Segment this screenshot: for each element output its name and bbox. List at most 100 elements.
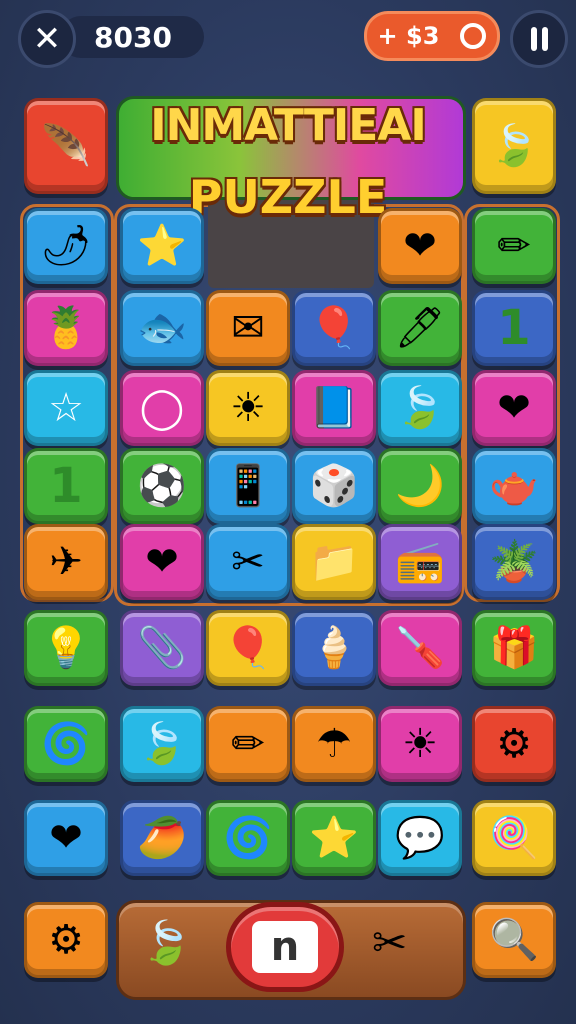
balloon-icon: 🎈 xyxy=(309,305,359,351)
tile[interactable]: 1 xyxy=(24,448,108,524)
tile[interactable]: 🍃 xyxy=(120,706,204,782)
fish-icon: 🐟 xyxy=(137,305,187,351)
coins-button[interactable]: + $3 xyxy=(364,11,500,61)
tile[interactable]: ⭐ xyxy=(292,800,376,876)
pineapple-icon: 🍍 xyxy=(41,305,91,351)
swirl-icon: 🌀 xyxy=(41,721,91,767)
tile[interactable]: 🌀 xyxy=(206,800,290,876)
pause-icon-bar-right xyxy=(541,27,548,51)
leaf-icon: 🍃 xyxy=(137,721,187,767)
pencil-icon: ✏ xyxy=(231,721,265,767)
tile[interactable]: ⚙ xyxy=(472,706,556,782)
magnifier-icon: 🔍 xyxy=(489,917,539,963)
tile[interactable]: ❤ xyxy=(120,524,204,600)
tile[interactable]: ◯ xyxy=(120,370,204,446)
icecream-icon: 🍦 xyxy=(309,625,359,671)
dice-icon: 🎲 xyxy=(309,463,359,509)
tile[interactable]: 🎈 xyxy=(206,610,290,686)
tile[interactable]: ✈ xyxy=(24,524,108,600)
tile[interactable]: 📁 xyxy=(292,524,376,600)
tile[interactable]: 📘 xyxy=(292,370,376,446)
book-icon: 📘 xyxy=(309,385,359,431)
tile[interactable]: ☀ xyxy=(378,706,462,782)
ring-icon: ◯ xyxy=(139,385,185,431)
heart-icon: ❤ xyxy=(497,385,531,431)
ball-icon: ⚽ xyxy=(137,463,187,509)
tile[interactable]: ✏ xyxy=(472,208,556,284)
tile[interactable]: ⭐ xyxy=(120,208,204,284)
leaf-icon[interactable]: 🍃 xyxy=(140,918,192,968)
tile[interactable]: 📎 xyxy=(120,610,204,686)
center-action-label: n xyxy=(252,921,318,973)
top-bar: 8030 ✕ + $3 xyxy=(0,0,576,80)
star-outline-icon: ☆ xyxy=(48,385,84,431)
folder-icon: 📁 xyxy=(309,539,359,585)
heart-icon: ❤ xyxy=(145,539,179,585)
number-one-icon: 1 xyxy=(497,300,531,356)
phone-icon: 📱 xyxy=(223,463,273,509)
chat-bubble-icon: 💬 xyxy=(395,815,445,861)
tile[interactable]: ⚽ xyxy=(120,448,204,524)
tile[interactable]: 📻 xyxy=(378,524,462,600)
tile[interactable]: ❤ xyxy=(24,800,108,876)
radio-icon: 📻 xyxy=(395,539,445,585)
tile[interactable]: ☆ xyxy=(24,370,108,446)
tile[interactable]: 🍦 xyxy=(292,610,376,686)
tile[interactable]: 1 xyxy=(472,290,556,366)
number-one-icon: 1 xyxy=(49,458,83,514)
clip-icon: 📎 xyxy=(137,625,187,671)
tile[interactable]: ☂ xyxy=(292,706,376,782)
moon-icon: 🌙 xyxy=(395,463,445,509)
ring-icon xyxy=(460,23,487,49)
tile[interactable]: ✂ xyxy=(206,524,290,600)
tile[interactable]: 🍭 xyxy=(472,800,556,876)
title-line-2: PUZZLE xyxy=(188,170,388,224)
screwdriver-icon: 🪛 xyxy=(395,625,445,671)
tile[interactable]: ☀ xyxy=(206,370,290,446)
score-display: 8030 xyxy=(60,16,204,58)
tile[interactable]: ⚙ xyxy=(24,902,108,978)
tile[interactable]: 🍃 xyxy=(378,370,462,446)
tile[interactable]: 🪶 xyxy=(24,98,108,194)
teapot-icon: 🫖 xyxy=(489,463,539,509)
tile[interactable]: ❤ xyxy=(472,370,556,446)
tile[interactable]: 🔍 xyxy=(472,902,556,978)
tile[interactable]: 🌀 xyxy=(24,706,108,782)
tile[interactable]: 🎁 xyxy=(472,610,556,686)
tile[interactable]: 🎈 xyxy=(292,290,376,366)
gear-icon: ⚙ xyxy=(496,721,532,767)
pause-button[interactable] xyxy=(510,10,568,68)
chili-icon: 🌶 xyxy=(40,223,92,269)
envelope-icon: ✉ xyxy=(231,305,265,351)
tile[interactable]: 🐟 xyxy=(120,290,204,366)
tile[interactable]: 🍍 xyxy=(24,290,108,366)
tile[interactable]: 🌶 xyxy=(24,208,108,284)
leaf-icon: 🍃 xyxy=(489,123,539,169)
tile[interactable]: 💬 xyxy=(378,800,462,876)
tile[interactable]: 🍃 xyxy=(472,98,556,194)
tile[interactable]: ✏ xyxy=(206,706,290,782)
coins-label: + $3 xyxy=(377,22,440,50)
tile[interactable]: 🌙 xyxy=(378,448,462,524)
tile[interactable]: ✉ xyxy=(206,290,290,366)
tile[interactable]: 🫖 xyxy=(472,448,556,524)
bulb-icon: 💡 xyxy=(41,625,91,671)
gift-icon: 🎁 xyxy=(489,625,539,671)
tile[interactable]: 💡 xyxy=(24,610,108,686)
tile[interactable]: 🪛 xyxy=(378,610,462,686)
heart-icon: ❤ xyxy=(403,223,437,269)
pen-icon: 🖊 xyxy=(394,305,446,351)
close-button[interactable]: ✕ xyxy=(18,10,76,68)
tile[interactable]: 📱 xyxy=(206,448,290,524)
tile[interactable]: 🪴 xyxy=(472,524,556,600)
center-action-button[interactable]: n xyxy=(226,902,344,992)
tile[interactable]: ❤ xyxy=(378,208,462,284)
pencil-icon: ✏ xyxy=(497,223,531,269)
tile[interactable]: 🥭 xyxy=(120,800,204,876)
fruit-icon: 🥭 xyxy=(137,815,187,861)
plane-icon: ✈ xyxy=(49,539,83,585)
balloon-icon: 🎈 xyxy=(223,625,273,671)
tile[interactable]: 🎲 xyxy=(292,448,376,524)
scissors-icon[interactable]: ✂ xyxy=(372,918,407,967)
tile[interactable]: 🖊 xyxy=(378,290,462,366)
